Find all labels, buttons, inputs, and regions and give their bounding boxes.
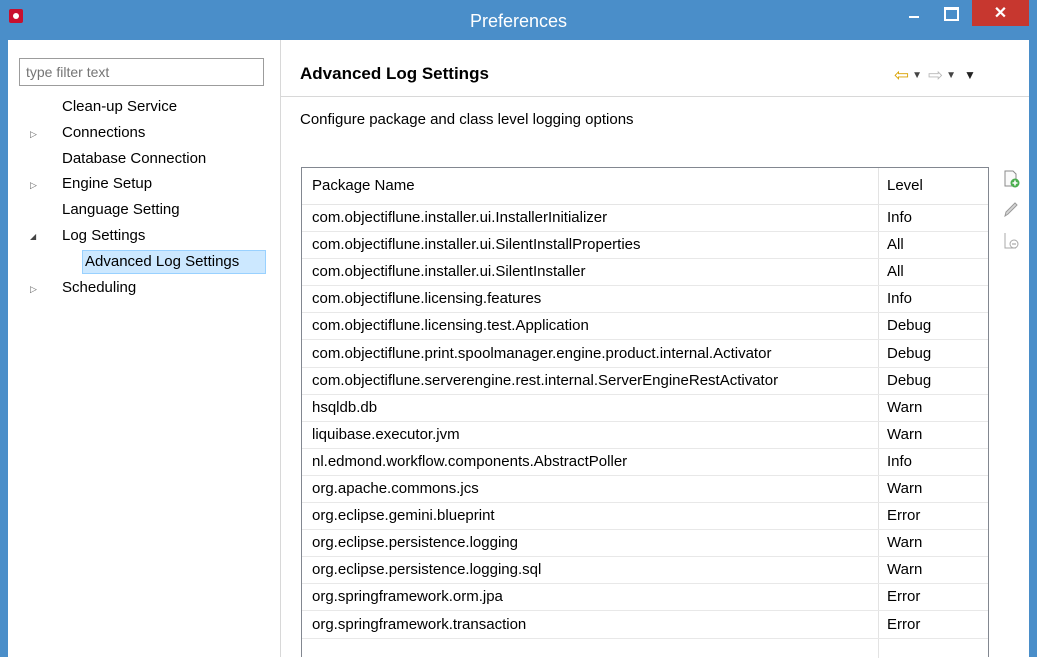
collapse-arrow-icon[interactable]: ◢ — [30, 232, 40, 242]
table-row[interactable]: com.objectiflune.serverengine.rest.inter… — [302, 367, 988, 395]
level-cell: Warn — [887, 534, 923, 552]
expand-arrow-icon[interactable]: ▷ — [30, 284, 40, 294]
package-name-cell: org.springframework.orm.jpa — [312, 588, 503, 606]
remove-entry-icon — [1004, 233, 1019, 249]
table-row[interactable]: hsqldb.db Warn — [302, 394, 988, 422]
package-name-cell: nl.edmond.workflow.components.AbstractPo… — [312, 452, 628, 470]
table-row[interactable]: com.objectiflune.licensing.features Info — [302, 285, 988, 314]
level-cell: Error — [887, 615, 921, 633]
tree-item-engine-setup[interactable]: Engine Setup — [62, 172, 152, 196]
column-header-level[interactable]: Level — [887, 168, 923, 204]
table-row[interactable]: liquibase.executor.jvm Warn — [302, 421, 988, 449]
add-entry-button[interactable] — [1001, 169, 1021, 189]
level-cell: Error — [887, 507, 921, 525]
table-row[interactable]: org.eclipse.persistence.logging.sql Warn — [302, 556, 988, 585]
window-frame-left — [0, 40, 8, 657]
package-name-cell: hsqldb.db — [312, 398, 378, 416]
forward-arrow-icon[interactable]: ⇨ — [928, 65, 943, 86]
tree-item-clean-up-service[interactable]: Clean-up Service — [62, 95, 177, 119]
tree-item-log-settings[interactable]: Log Settings — [62, 224, 145, 248]
tree-item-advanced-log-settings[interactable]: Advanced Log Settings — [82, 249, 266, 274]
page-title: Advanced Log Settings — [300, 64, 489, 83]
table-row[interactable]: com.objectiflune.licensing.test.Applicat… — [302, 312, 988, 341]
maximize-button[interactable] — [934, 0, 968, 28]
table-row[interactable]: org.springframework.orm.jpa Error — [302, 583, 988, 612]
expand-arrow-icon[interactable]: ▷ — [30, 129, 40, 139]
package-name-cell: org.apache.commons.jcs — [312, 480, 479, 497]
package-name-cell: com.objectiflune.installer.ui.InstallerI… — [312, 209, 608, 226]
table-row[interactable]: org.apache.commons.jcs Warn — [302, 475, 988, 503]
minimize-icon — [909, 16, 919, 18]
package-name-cell: org.eclipse.persistence.logging.sql — [312, 561, 542, 579]
package-name-cell: org.eclipse.persistence.logging — [312, 534, 518, 552]
package-name-cell: org.eclipse.gemini.blueprint — [312, 507, 495, 525]
edit-entry-icon — [1004, 202, 1018, 218]
level-cell: Warn — [887, 561, 923, 579]
table-row[interactable]: com.objectiflune.installer.ui.SilentInst… — [302, 258, 988, 287]
tree-item-database-connection[interactable]: Database Connection — [62, 147, 206, 171]
add-entry-icon — [1004, 170, 1020, 188]
level-cell: Info — [887, 290, 913, 308]
header-separator — [281, 96, 1029, 97]
close-button[interactable]: ✕ — [972, 0, 1029, 26]
table-row[interactable]: com.objectiflune.installer.ui.InstallerI… — [302, 204, 988, 232]
level-cell: Warn — [887, 425, 923, 443]
table-row[interactable]: com.objectiflune.installer.ui.SilentInst… — [302, 231, 988, 260]
table-row[interactable]: com.objectiflune.print.spoolmanager.engi… — [302, 340, 988, 368]
tree-item-language-setting[interactable]: Language Setting — [62, 198, 180, 222]
table-row[interactable]: nl.edmond.workflow.components.AbstractPo… — [302, 448, 988, 476]
package-name-cell: org.springframework.transaction — [312, 615, 527, 633]
tree-item-scheduling[interactable]: Scheduling — [62, 276, 136, 300]
level-cell: Debug — [887, 317, 932, 335]
table-row[interactable]: org.eclipse.persistence.logging Warn — [302, 529, 988, 558]
remove-entry-button[interactable] — [1001, 231, 1021, 251]
level-cell: Warn — [887, 480, 923, 497]
expand-arrow-icon[interactable]: ▷ — [30, 180, 40, 190]
level-cell: Info — [887, 452, 913, 470]
package-name-cell: com.objectiflune.licensing.features — [312, 290, 542, 308]
log-settings-table[interactable]: Package Name Level com.objectiflune.inst… — [301, 167, 989, 658]
package-name-cell: com.objectiflune.serverengine.rest.inter… — [312, 371, 779, 389]
table-header: Package Name Level — [302, 168, 988, 205]
minimize-button[interactable] — [897, 0, 931, 28]
back-arrow-icon[interactable]: ⇦ — [894, 65, 909, 86]
page-navigation: ⇦ ▼ ⇨ ▼ ▼ — [894, 64, 976, 86]
window-frame-right — [1029, 40, 1037, 657]
level-cell: Info — [887, 209, 913, 226]
filter-input[interactable] — [19, 58, 264, 86]
level-cell: All — [887, 236, 904, 254]
level-cell: All — [887, 263, 904, 281]
table-row[interactable]: org.eclipse.gemini.blueprint Error — [302, 502, 988, 531]
package-name-cell: com.objectiflune.installer.ui.SilentInst… — [312, 263, 586, 281]
package-name-cell: com.objectiflune.print.spoolmanager.engi… — [312, 344, 772, 362]
edit-entry-button[interactable] — [1001, 199, 1021, 219]
package-name-cell: com.objectiflune.licensing.test.Applicat… — [312, 317, 589, 335]
level-cell: Error — [887, 588, 921, 606]
back-history-dropdown-icon[interactable]: ▼ — [912, 70, 922, 81]
maximize-icon — [943, 7, 959, 21]
level-cell: Debug — [887, 344, 932, 362]
tree-item-connections[interactable]: Connections — [62, 121, 145, 145]
package-name-cell: com.objectiflune.installer.ui.SilentInst… — [312, 236, 641, 254]
level-cell: Warn — [887, 398, 923, 416]
package-name-cell: liquibase.executor.jvm — [312, 425, 460, 443]
title-bar: Preferences ✕ — [0, 0, 1037, 40]
level-cell: Debug — [887, 371, 932, 389]
forward-history-dropdown-icon[interactable]: ▼ — [946, 70, 956, 81]
column-header-package-name[interactable]: Package Name — [312, 168, 415, 204]
view-menu-icon[interactable]: ▼ — [964, 68, 976, 82]
page-description: Configure package and class level loggin… — [300, 111, 634, 128]
window-title: Preferences — [469, 11, 568, 31]
table-row[interactable]: org.springframework.transaction Error — [302, 611, 988, 639]
